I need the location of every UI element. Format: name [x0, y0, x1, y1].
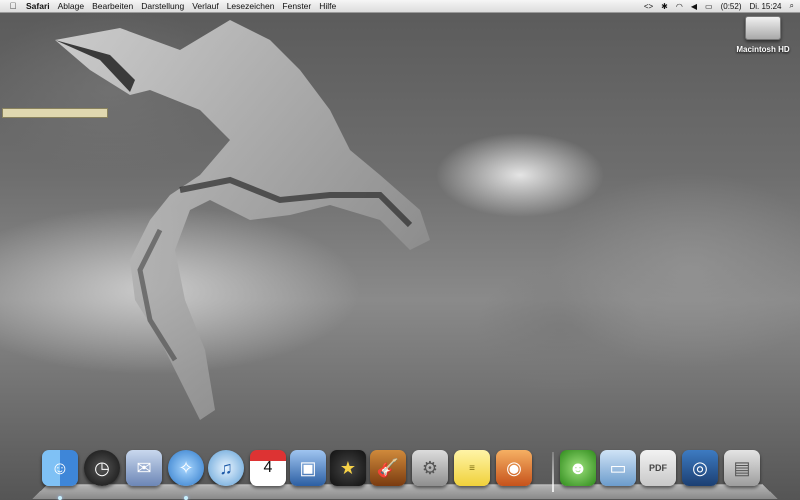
- hard-disk-icon: [745, 16, 781, 40]
- desktop-icon-label: Macintosh HD: [736, 45, 790, 54]
- script-menu-icon[interactable]: <>: [644, 2, 653, 11]
- volume-icon[interactable]: ◀: [691, 2, 697, 11]
- dock: ☺ ◷ ✉ ✧ ♫ 4 ▣ ★ 🎸 ⚙ ≡ ◉ ☻ ▭ PDF ◎ ▤: [32, 446, 778, 500]
- menu-lesezeichen[interactable]: Lesezeichen: [223, 0, 279, 12]
- stickies-icon[interactable]: ≡: [454, 450, 490, 486]
- safari-icon[interactable]: ✧: [168, 450, 204, 486]
- menubar-clock[interactable]: Di. 15:24: [749, 2, 781, 11]
- ical-icon[interactable]: 4: [250, 450, 286, 486]
- wallpaper-creature-figure: [55, 20, 430, 420]
- running-indicator: [184, 496, 188, 500]
- desktop-icon-macintosh-hd[interactable]: Macintosh HD: [728, 16, 798, 54]
- system-preferences-icon[interactable]: ⚙: [412, 450, 448, 486]
- adium-icon[interactable]: ☻: [560, 450, 596, 486]
- network-icon[interactable]: ◎: [682, 450, 718, 486]
- iphoto-icon[interactable]: ▣: [290, 450, 326, 486]
- dock-separator: [552, 452, 554, 492]
- itunes-icon[interactable]: ♫: [208, 450, 244, 486]
- menubar-status-area: <> ✱ ◠ ◀ ▭ (0:52) Di. 15:24 ⌕: [644, 1, 800, 11]
- bluetooth-icon[interactable]: ✱: [661, 2, 668, 11]
- dock-shelf: [32, 484, 778, 500]
- battery-icon[interactable]: ▭: [705, 2, 713, 11]
- folder-icon[interactable]: ▭: [600, 450, 636, 486]
- apple-menu-icon[interactable]: : [4, 1, 22, 11]
- menubar:  Safari Ablage Bearbeiten Darstellung V…: [0, 0, 800, 13]
- progress-bar: [2, 108, 108, 118]
- menu-fenster[interactable]: Fenster: [278, 0, 315, 12]
- imovie-icon[interactable]: ★: [330, 450, 366, 486]
- documents-stack-icon[interactable]: PDF: [640, 450, 676, 486]
- dashboard-icon[interactable]: ◷: [84, 450, 120, 486]
- menu-hilfe[interactable]: Hilfe: [315, 0, 340, 12]
- ical-date-text: 4: [263, 459, 273, 476]
- menu-bearbeiten[interactable]: Bearbeiten: [88, 0, 137, 12]
- image-capture-icon[interactable]: ◉: [496, 450, 532, 486]
- garageband-icon[interactable]: 🎸: [370, 450, 406, 486]
- menu-ablage[interactable]: Ablage: [54, 0, 88, 12]
- trash-icon[interactable]: ▤: [724, 450, 760, 486]
- menu-verlauf[interactable]: Verlauf: [188, 0, 222, 12]
- finder-icon[interactable]: ☺: [42, 450, 78, 486]
- battery-time[interactable]: (0:52): [721, 2, 742, 11]
- documents-stack-text: PDF: [649, 463, 667, 473]
- menu-app-name[interactable]: Safari: [22, 0, 54, 12]
- spotlight-icon[interactable]: ⌕: [790, 1, 794, 11]
- running-indicator: [58, 496, 62, 500]
- menu-darstellung[interactable]: Darstellung: [137, 0, 188, 12]
- mail-icon[interactable]: ✉: [126, 450, 162, 486]
- wifi-icon[interactable]: ◠: [676, 2, 683, 11]
